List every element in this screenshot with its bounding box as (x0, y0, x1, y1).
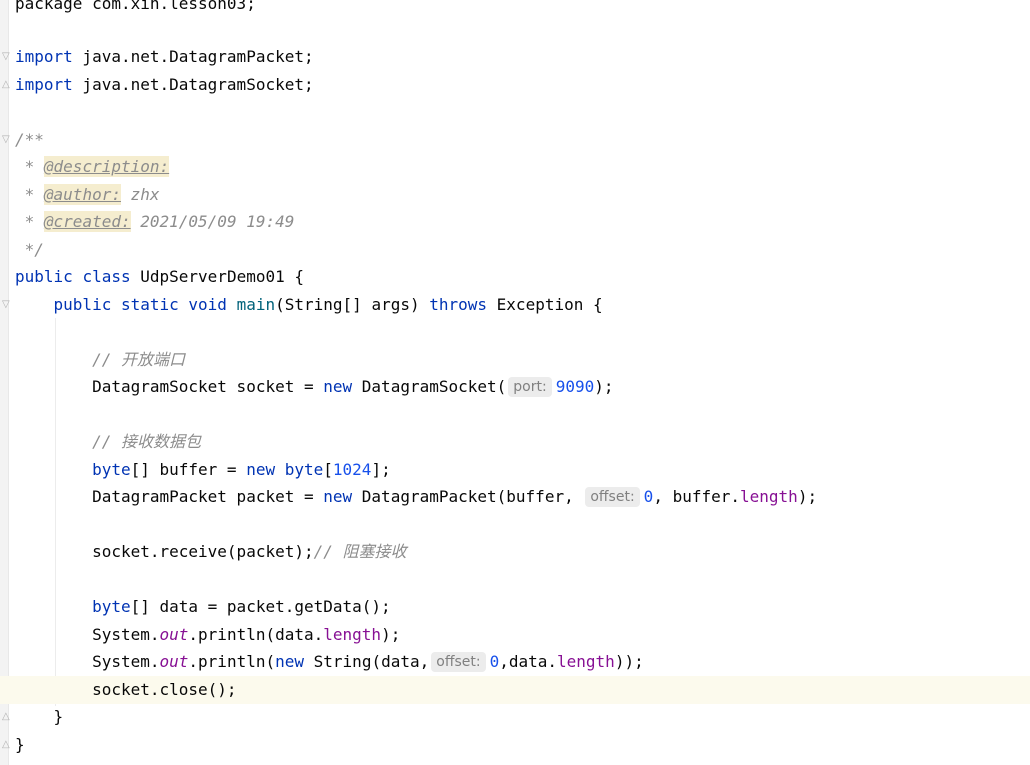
offset-value: 0 (489, 652, 500, 671)
doc-tag-created: @created: (43, 211, 131, 232)
parameter-hint-offset: offset: (431, 652, 486, 672)
code-line-data-decl[interactable]: byte[] data = packet.getData(); (0, 593, 1030, 621)
package-statement: package com.xin.lesson03; (15, 0, 256, 13)
keyword-import: import (15, 75, 73, 94)
main-params: (String[] args) (275, 295, 430, 314)
code-line-buffer-decl[interactable]: byte[] buffer = new byte[1024]; (0, 456, 1030, 484)
code-line-method-end[interactable]: △ } (0, 703, 1030, 731)
keyword-public: public (53, 295, 112, 314)
code-line-import-1[interactable]: ▽ import java.net.DatagramPacket; (0, 43, 1030, 71)
code-line-doc-description[interactable]: * @description: (0, 153, 1030, 181)
code-line-comment-receive-packet[interactable]: // 接收数据包 (0, 428, 1030, 456)
code-line-packet-decl[interactable]: DatagramPacket packet = new DatagramPack… (0, 483, 1030, 511)
buffer-size: 1024 (332, 460, 372, 479)
code-line-receive[interactable]: socket.receive(packet);// 阻塞接收 (0, 538, 1030, 566)
code-line-package[interactable]: package com.xin.lesson03; (0, 0, 1030, 18)
keyword-new: new (275, 652, 305, 671)
string-constructor: String(data, (304, 652, 430, 671)
import-path: java.net.DatagramPacket; (72, 47, 314, 66)
doc-star: * (15, 212, 44, 231)
field-length: length (323, 625, 382, 644)
packet-args: , buffer. (653, 487, 741, 506)
bracket-close: ]; (371, 460, 391, 479)
code-line-import-2[interactable]: △ import java.net.DatagramSocket; (0, 71, 1030, 99)
buffer-declaration: [] buffer = (130, 460, 247, 479)
socket-declaration: DatagramSocket socket = (92, 377, 324, 396)
statement-end: )); (614, 652, 644, 671)
close-call: socket.close(); (92, 680, 237, 699)
parameter-hint-offset: offset: (585, 487, 640, 507)
offset-value: 0 (643, 487, 654, 506)
data-arg: ,data. (499, 652, 558, 671)
code-line-main-decl[interactable]: ▽ public static void main(String[] args)… (0, 291, 1030, 319)
code-line-doc-close[interactable]: */ (0, 236, 1030, 264)
doc-author-value: zhx (120, 185, 160, 204)
bracket-open: [ (323, 460, 333, 479)
field-length: length (740, 487, 798, 506)
import-path: java.net.DatagramSocket; (72, 75, 314, 94)
println-call: .println(data. (188, 625, 324, 644)
port-value: 9090 (555, 377, 595, 396)
packet-declaration: DatagramPacket packet = (92, 487, 324, 506)
code-line-socket-decl[interactable]: DatagramSocket socket = new DatagramSock… (0, 373, 1030, 401)
parameter-hint-port: port: (508, 377, 552, 397)
method-close-brace: } (53, 707, 64, 726)
println-call: .println( (188, 652, 276, 671)
doc-star: * (15, 185, 44, 204)
doc-star: * (15, 157, 44, 176)
fold-end-icon[interactable]: △ (2, 712, 11, 722)
doc-comment-close: */ (15, 240, 44, 259)
keyword-class: class (82, 267, 131, 286)
receive-call: socket.receive(packet); (92, 542, 314, 561)
keyword-public: public (15, 267, 73, 286)
code-line-comment-open-port[interactable]: // 开放端口 (0, 346, 1030, 374)
code-line-doc-created[interactable]: * @created: 2021/05/09 19:49 (0, 208, 1030, 236)
doc-comment-open: /** (15, 130, 44, 149)
keyword-import: import (15, 47, 73, 66)
keyword-new: new (246, 460, 276, 479)
doc-created-value: 2021/05/09 19:49 (130, 212, 295, 231)
comment-blocking: // 阻塞接收 (313, 542, 407, 561)
static-field-out: out (159, 652, 189, 671)
statement-end: ); (594, 377, 614, 396)
fold-end-icon[interactable]: △ (2, 80, 11, 90)
system-class: System. (92, 652, 160, 671)
statement-end: ); (381, 625, 401, 644)
statement-end: ); (797, 487, 818, 506)
socket-constructor: DatagramSocket( (352, 377, 507, 396)
packet-constructor: DatagramPacket(buffer, (352, 487, 584, 506)
comment-receive-packet: // 接收数据包 (92, 432, 201, 451)
code-line-close-current[interactable]: socket.close(); (0, 676, 1030, 704)
main-rest: Exception { (487, 295, 603, 314)
method-name-main: main (236, 295, 276, 314)
system-class: System. (92, 625, 160, 644)
static-field-out: out (159, 625, 189, 644)
fold-end-icon[interactable]: △ (2, 740, 11, 750)
keyword-new: new (323, 487, 353, 506)
doc-tag-description: @description: (43, 156, 170, 177)
keyword-new: new (323, 377, 353, 396)
comment-open-port: // 开放端口 (92, 350, 185, 369)
keyword-void: void (188, 295, 227, 314)
code-line-println-string[interactable]: System.out.println(new String(data, offse… (0, 648, 1030, 676)
keyword-throws: throws (429, 295, 488, 314)
data-declaration: [] data = packet.getData(); (130, 597, 391, 616)
code-line-class-decl[interactable]: public class UdpServerDemo01 { (0, 263, 1030, 291)
code-line-doc-author[interactable]: * @author: zhx (0, 181, 1030, 209)
keyword-static: static (120, 295, 179, 314)
code-line-println-length[interactable]: System.out.println(data.length); (0, 621, 1030, 649)
code-line-doc-open[interactable]: ▽ /** (0, 126, 1030, 154)
class-name: UdpServerDemo01 { (130, 267, 304, 286)
field-length: length (557, 652, 615, 671)
doc-tag-author: @author: (43, 184, 121, 205)
keyword-byte: byte (92, 460, 131, 479)
fold-marker-icon[interactable]: ▽ (2, 52, 11, 62)
fold-marker-icon[interactable]: ▽ (2, 300, 11, 310)
code-line-class-end[interactable]: △} (0, 731, 1030, 759)
class-close-brace: } (15, 735, 25, 754)
keyword-byte: byte (284, 460, 324, 479)
keyword-byte: byte (92, 597, 131, 616)
fold-marker-icon[interactable]: ▽ (2, 135, 11, 145)
